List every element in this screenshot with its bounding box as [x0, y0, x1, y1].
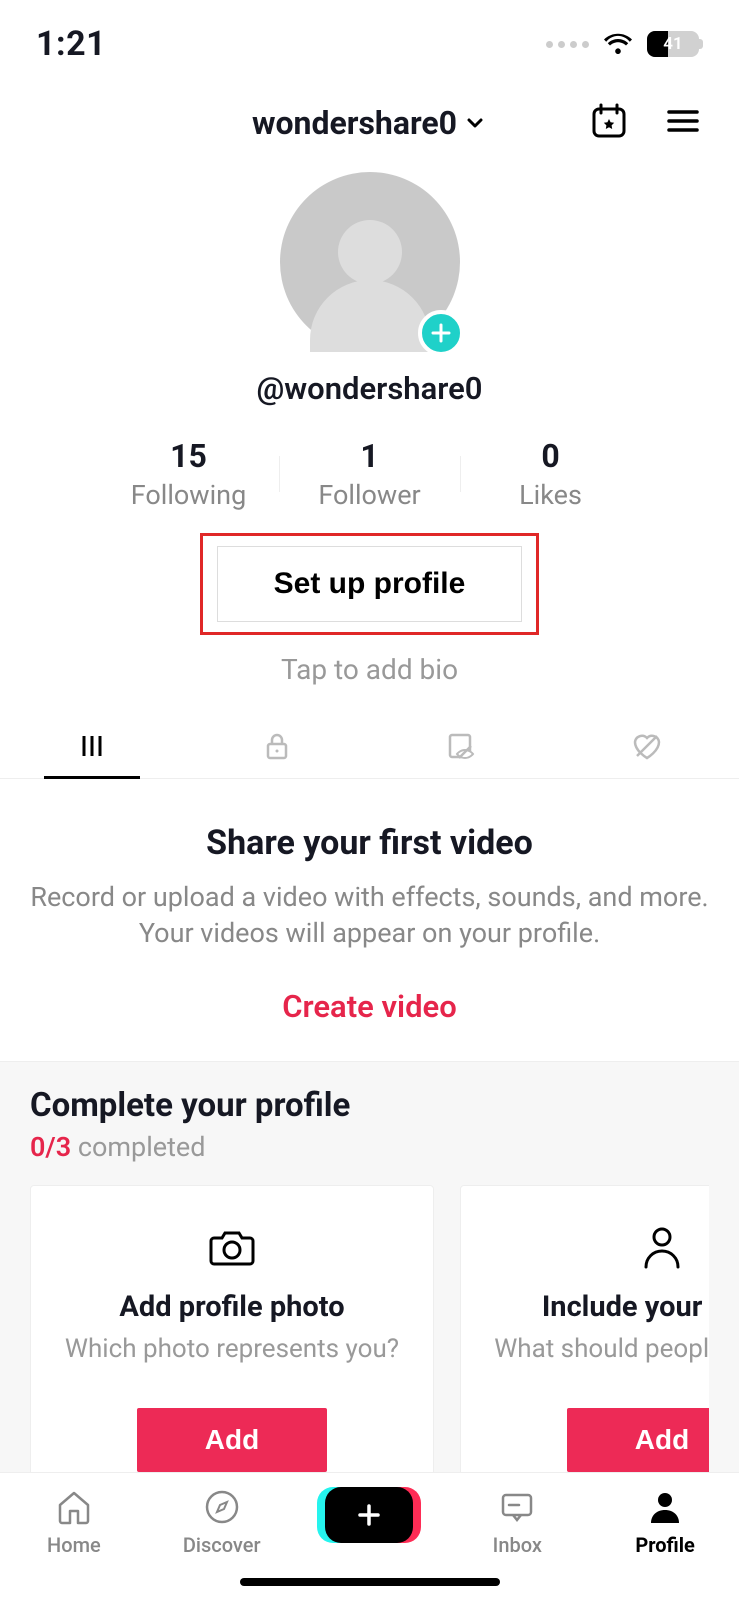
plus-icon	[429, 321, 453, 345]
nav-inbox[interactable]: Inbox	[457, 1487, 577, 1557]
heart-hidden-icon	[629, 730, 665, 762]
hamburger-menu-button[interactable]	[663, 101, 703, 145]
nav-inbox-label: Inbox	[493, 1533, 542, 1557]
create-button[interactable]	[325, 1487, 413, 1543]
profile-cards[interactable]: Add profile photo Which photo represents…	[30, 1185, 709, 1503]
add-bio-prompt[interactable]: Tap to add bio	[0, 653, 739, 686]
highlight-frame: Set up profile	[200, 533, 540, 635]
profile-handle: @wondershare0	[257, 370, 483, 407]
nav-profile[interactable]: Profile	[605, 1487, 725, 1557]
card-add-name: Include your name What should people cal…	[460, 1185, 709, 1503]
lock-icon	[261, 730, 293, 762]
tab-saved[interactable]	[370, 714, 555, 778]
plus-icon	[355, 1501, 383, 1529]
create-video-link[interactable]: Create video	[30, 988, 709, 1025]
wifi-icon	[603, 33, 633, 55]
nav-profile-label: Profile	[635, 1533, 695, 1557]
battery-level: 41	[647, 34, 699, 54]
chevron-down-icon	[463, 111, 487, 135]
inbox-icon	[497, 1487, 537, 1527]
stats-row: 15 Following 1 Follower 0 Likes	[0, 437, 739, 511]
following-count: 15	[99, 437, 279, 475]
card-text: Which photo represents you?	[65, 1334, 399, 1364]
status-right: 41	[546, 31, 703, 57]
stat-likes[interactable]: 0 Likes	[461, 437, 641, 511]
nav-home[interactable]: Home	[14, 1487, 134, 1557]
bottom-nav: Home Discover Inbox Profile	[0, 1472, 739, 1600]
person-icon	[642, 1218, 682, 1276]
setup-profile-area: Set up profile	[0, 533, 739, 635]
stat-followers[interactable]: 1 Follower	[280, 437, 460, 511]
nav-home-label: Home	[47, 1533, 101, 1557]
avatar[interactable]	[280, 172, 460, 352]
bookmark-hidden-icon	[445, 730, 479, 762]
followers-label: Follower	[280, 479, 460, 511]
progress-count: 0/3	[30, 1131, 71, 1163]
compass-icon	[202, 1487, 242, 1527]
complete-profile-title: Complete your profile	[30, 1086, 709, 1125]
home-indicator	[240, 1578, 500, 1586]
account-switcher[interactable]: wondershare0	[252, 104, 487, 142]
card-add-photo: Add profile photo Which photo represents…	[30, 1185, 434, 1503]
empty-posts-state: Share your first video Record or upload …	[0, 779, 739, 1061]
followers-count: 1	[280, 437, 460, 475]
calendar-button[interactable]	[589, 101, 629, 145]
header-username: wondershare0	[252, 104, 457, 142]
hamburger-icon	[663, 101, 703, 141]
calendar-star-icon	[589, 101, 629, 141]
add-photo-button[interactable]: Add	[137, 1408, 327, 1472]
following-label: Following	[99, 479, 279, 511]
battery-icon: 41	[647, 31, 703, 57]
nav-discover-label: Discover	[183, 1533, 261, 1557]
card-title: Include your name	[542, 1290, 709, 1324]
avatar-section: @wondershare0	[0, 172, 739, 407]
add-name-button[interactable]: Add	[567, 1408, 709, 1472]
setup-profile-button[interactable]: Set up profile	[217, 546, 523, 622]
tab-private[interactable]	[185, 714, 370, 778]
grid-icon	[76, 730, 108, 762]
profile-header: wondershare0	[0, 88, 739, 158]
camera-icon	[208, 1218, 256, 1276]
likes-count: 0	[461, 437, 641, 475]
card-title: Add profile photo	[119, 1290, 344, 1324]
empty-text: Record or upload a video with effects, s…	[30, 879, 709, 952]
tab-liked[interactable]	[554, 714, 739, 778]
card-text: What should people call you?	[494, 1334, 709, 1364]
cellular-dots-icon	[546, 41, 589, 48]
status-time: 1:21	[36, 24, 106, 64]
tab-posts[interactable]	[0, 714, 185, 778]
complete-profile-progress: 0/3 completed	[30, 1131, 709, 1163]
progress-suffix: completed	[71, 1131, 205, 1163]
likes-label: Likes	[461, 479, 641, 511]
status-bar: 1:21 41	[0, 0, 739, 74]
nav-create[interactable]	[309, 1487, 429, 1543]
profile-icon	[645, 1487, 685, 1527]
empty-title: Share your first video	[30, 823, 709, 863]
nav-discover[interactable]: Discover	[162, 1487, 282, 1557]
home-icon	[54, 1487, 94, 1527]
complete-profile-section: Complete your profile 0/3 completed Add …	[0, 1061, 739, 1543]
add-photo-badge[interactable]	[418, 310, 464, 356]
stat-following[interactable]: 15 Following	[99, 437, 279, 511]
profile-tabs	[0, 714, 739, 779]
